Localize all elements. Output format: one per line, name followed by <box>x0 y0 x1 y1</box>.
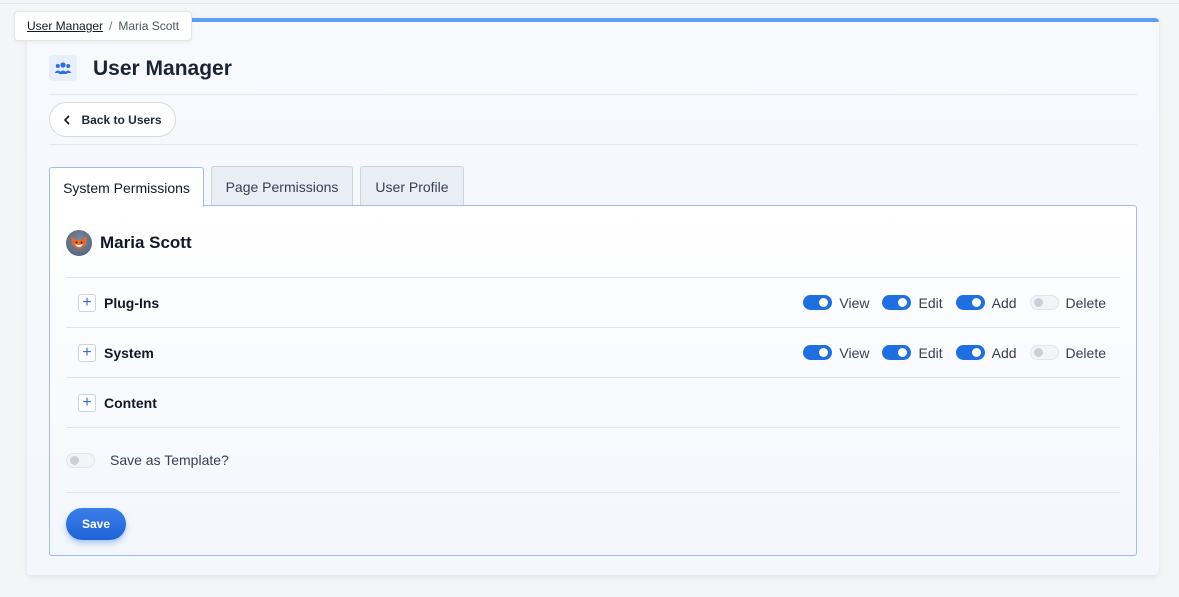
breadcrumb-link-user-manager[interactable]: User Manager <box>27 19 103 33</box>
permission-label: System <box>104 344 154 361</box>
tab-user-profile[interactable]: User Profile <box>360 166 464 206</box>
page-title: User Manager <box>93 57 232 80</box>
edit-toggle[interactable] <box>882 295 912 310</box>
delete-toggle[interactable] <box>1029 345 1059 360</box>
permission-label: Content <box>104 394 157 411</box>
main-card: User Manager Back to Users System Permis… <box>27 18 1159 575</box>
toggle-label: Edit <box>918 344 943 361</box>
permissions-panel: Maria Scott + Plug-Ins View Edit Add Del… <box>49 205 1137 556</box>
toggle-label: View <box>839 294 870 311</box>
permission-toggles: View Edit Add Delete <box>790 295 1106 311</box>
delete-toggle[interactable] <box>1029 295 1059 310</box>
permission-row-system: + System View Edit Add Delete <box>66 327 1120 377</box>
footer-divider <box>66 492 1120 493</box>
toggle-label: View <box>839 344 870 361</box>
fox-avatar <box>66 230 92 256</box>
save-as-template-toggle[interactable] <box>66 452 95 468</box>
permission-toggles: View Edit Add Delete <box>790 345 1106 361</box>
toggle-label: Add <box>991 294 1017 311</box>
breadcrumb-current: Maria Scott <box>118 19 180 33</box>
view-toggle[interactable] <box>803 345 833 360</box>
toggle-label: Delete <box>1065 294 1106 311</box>
tab-page-permissions[interactable]: Page Permissions <box>211 166 353 206</box>
save-as-template-label: Save as Template? <box>110 452 229 468</box>
header-divider <box>49 94 1137 95</box>
toggle-label: Add <box>991 344 1017 361</box>
card-accent-bar <box>27 18 1159 22</box>
expand-plus-icon[interactable]: + <box>78 393 96 412</box>
expand-plus-icon[interactable]: + <box>78 293 96 312</box>
back-button-label: Back to Users <box>81 112 162 127</box>
back-to-users-button[interactable]: Back to Users <box>49 102 176 137</box>
edit-toggle[interactable] <box>882 345 912 360</box>
chevron-left-icon <box>64 114 71 125</box>
view-toggle[interactable] <box>803 295 833 310</box>
save-button[interactable]: Save <box>66 508 126 540</box>
breadcrumb-separator: / <box>109 19 113 33</box>
permission-row-plug-ins: + Plug-Ins View Edit Add Delete <box>66 277 1120 327</box>
user-header: Maria Scott <box>66 230 192 256</box>
save-as-template-row: Save as Template? <box>66 452 229 468</box>
expand-plus-icon[interactable]: + <box>78 343 96 362</box>
breadcrumb: User Manager / Maria Scott <box>14 11 193 41</box>
row-divider <box>66 427 1120 428</box>
top-border <box>0 3 1179 4</box>
add-toggle[interactable] <box>955 345 985 360</box>
users-icon <box>49 55 77 81</box>
user-name: Maria Scott <box>100 233 192 252</box>
tab-system-permissions[interactable]: System Permissions <box>49 167 204 207</box>
permission-row-content: + Content <box>66 377 1120 427</box>
toggle-label: Delete <box>1065 344 1106 361</box>
permission-label: Plug-Ins <box>104 294 160 311</box>
toolbar-divider <box>49 144 1137 145</box>
add-toggle[interactable] <box>955 295 985 310</box>
toggle-label: Edit <box>918 294 943 311</box>
